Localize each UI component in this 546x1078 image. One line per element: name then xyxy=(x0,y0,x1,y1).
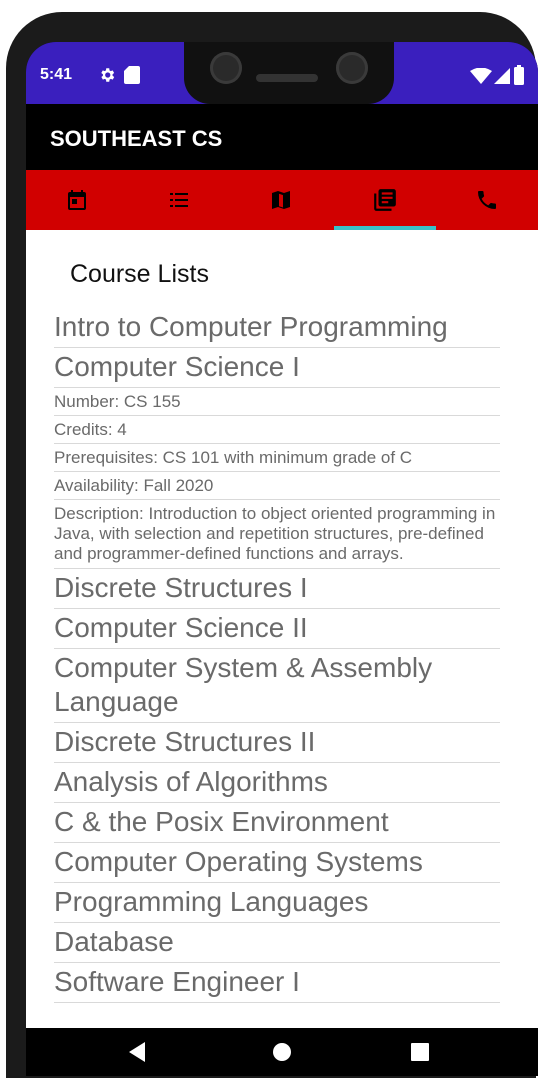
signal-icon xyxy=(494,68,510,88)
recents-icon xyxy=(411,1043,429,1061)
course-title-item[interactable]: Intro to Computer Programming xyxy=(54,308,500,348)
course-title-item[interactable]: Computer Operating Systems xyxy=(54,843,500,883)
front-camera xyxy=(210,52,242,84)
course-detail-item: Availability: Fall 2020 xyxy=(54,472,500,500)
phone-frame: 5:41 SOUTHEAST CS Course Lists Intro to … xyxy=(6,12,538,1078)
battery-icon xyxy=(514,65,524,89)
gear-icon xyxy=(98,66,116,88)
course-list[interactable]: Intro to Computer Programming Computer Sc… xyxy=(54,308,500,1003)
wifi-icon xyxy=(470,67,492,88)
tab-courses[interactable] xyxy=(334,170,436,230)
course-title-item[interactable]: Database xyxy=(54,923,500,963)
calendar-icon xyxy=(68,190,86,210)
list-icon xyxy=(170,193,188,207)
earpiece-speaker xyxy=(256,74,318,82)
tab-map[interactable] xyxy=(230,170,332,230)
tab-list[interactable] xyxy=(128,170,230,230)
course-title-item[interactable]: Computer Science I xyxy=(54,348,500,388)
screen: 5:41 SOUTHEAST CS Course Lists Intro to … xyxy=(26,42,538,1076)
tab-phone[interactable] xyxy=(436,170,538,230)
back-button[interactable] xyxy=(118,1036,158,1068)
phone-icon xyxy=(478,191,496,209)
page-title: Course Lists xyxy=(70,260,209,288)
map-icon xyxy=(272,191,290,209)
camera-notch xyxy=(184,42,394,104)
tab-calendar[interactable] xyxy=(26,170,128,230)
course-list-panel[interactable]: Course Lists Intro to Computer Programmi… xyxy=(26,230,538,1028)
course-title-item[interactable]: Discrete Structures I xyxy=(54,569,500,609)
home-button[interactable] xyxy=(262,1036,302,1068)
system-nav-bar xyxy=(26,1028,538,1076)
tab-bar xyxy=(26,170,538,230)
status-time: 5:41 xyxy=(40,66,73,83)
course-title-item[interactable]: Programming Languages xyxy=(54,883,500,923)
course-title-item[interactable]: Discrete Structures II xyxy=(54,723,500,763)
app-toolbar: SOUTHEAST CS xyxy=(26,104,538,170)
course-detail-item: Credits: 4 xyxy=(54,416,500,444)
course-title-item[interactable]: Computer Science II xyxy=(54,609,500,649)
home-icon xyxy=(273,1043,291,1061)
course-title-item[interactable]: C & the Posix Environment xyxy=(54,803,500,843)
course-title-item[interactable]: Software Engineer I xyxy=(54,963,500,1003)
back-icon xyxy=(129,1042,145,1062)
course-title-item[interactable]: Computer System & Assembly Language xyxy=(54,649,500,723)
course-detail-item: Prerequisites: CS 101 with minimum grade… xyxy=(54,444,500,472)
status-bar: 5:41 xyxy=(26,42,538,104)
course-title-item[interactable]: Analysis of Algorithms xyxy=(54,763,500,803)
app-title: SOUTHEAST CS xyxy=(50,126,223,151)
course-detail-item: Description: Introduction to object orie… xyxy=(54,500,500,569)
recents-button[interactable] xyxy=(400,1036,440,1068)
sd-card-icon xyxy=(124,66,140,88)
course-detail-item: Number: CS 155 xyxy=(54,388,500,416)
library-books-icon xyxy=(374,189,396,211)
front-sensor xyxy=(336,52,368,84)
